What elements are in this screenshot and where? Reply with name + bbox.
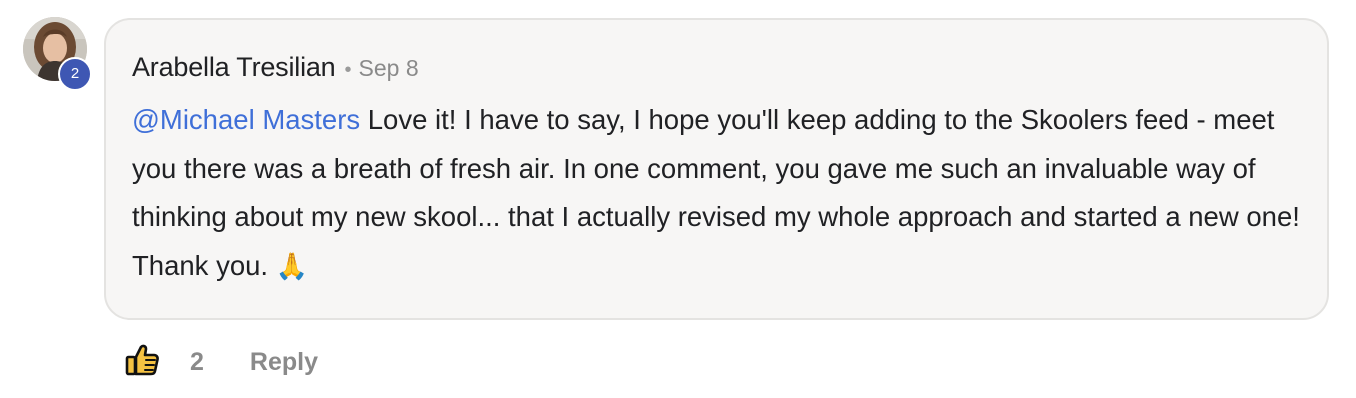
comment-body: @Michael Masters Love it! I have to say,… [132, 96, 1312, 290]
avatar-container[interactable]: 2 [23, 17, 92, 91]
thumbs-up-icon[interactable] [124, 342, 160, 383]
comment-actions: 2 Reply [124, 340, 318, 384]
author-name[interactable]: Arabella Tresilian [132, 52, 336, 83]
comment-header: Arabella Tresilian • Sep 8 [132, 52, 419, 83]
comment-date[interactable]: Sep 8 [359, 55, 419, 82]
praying-hands-emoji: 🙏 [275, 250, 309, 281]
level-badge: 2 [58, 57, 92, 91]
like-button[interactable] [124, 342, 160, 383]
separator-dot: • [344, 59, 352, 81]
mention-link[interactable]: @Michael Masters [132, 104, 360, 135]
like-count: 2 [190, 347, 204, 376]
comment-bubble: Arabella Tresilian • Sep 8 @Michael Mast… [104, 18, 1329, 320]
reply-button[interactable]: Reply [250, 348, 318, 377]
comment: 2 Arabella Tresilian • Sep 8 @Michael Ma… [0, 0, 1356, 398]
